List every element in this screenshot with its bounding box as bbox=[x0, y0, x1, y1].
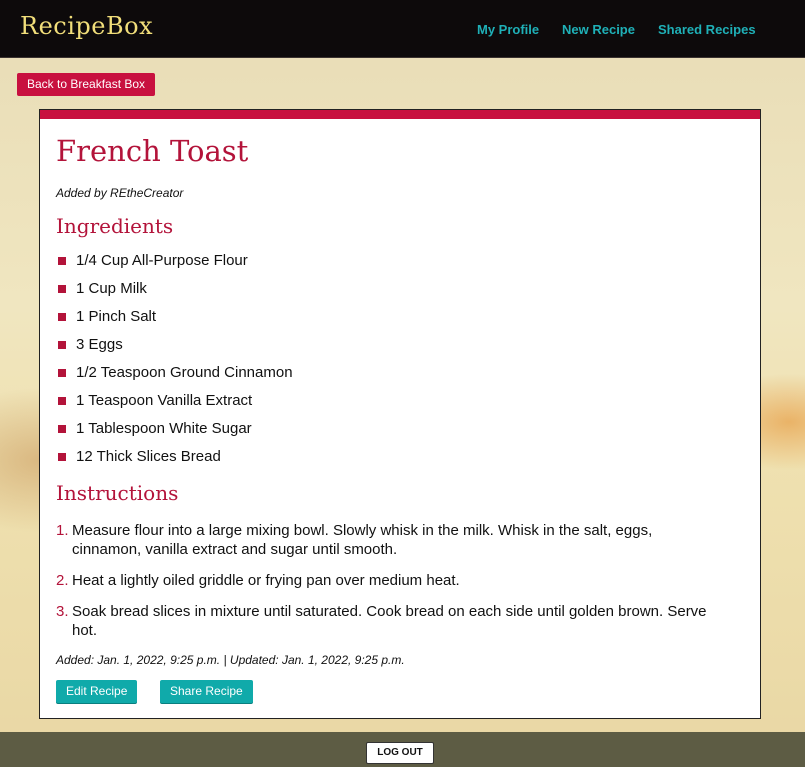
ingredient-text: 12 Thick Slices Bread bbox=[76, 448, 221, 465]
ingredient-text: 1/4 Cup All-Purpose Flour bbox=[76, 252, 248, 269]
card-accent-bar bbox=[40, 110, 760, 119]
recipe-card: French Toast Added by REtheCreator Ingre… bbox=[39, 109, 761, 719]
step-text: Heat a lightly oiled griddle or frying p… bbox=[72, 572, 460, 589]
recipe-title: French Toast bbox=[56, 134, 249, 168]
ingredient-item: 1 Pinch Salt bbox=[56, 308, 293, 336]
ingredient-text: 3 Eggs bbox=[76, 336, 123, 353]
step-number: 1. bbox=[56, 522, 69, 539]
ingredient-item: 1 Tablespoon White Sugar bbox=[56, 420, 293, 448]
instructions-heading: Instructions bbox=[56, 481, 179, 505]
nav-new-recipe[interactable]: New Recipe bbox=[562, 22, 635, 37]
square-bullet-icon bbox=[58, 341, 66, 349]
step-number: 2. bbox=[56, 572, 69, 589]
edit-recipe-button[interactable]: Edit Recipe bbox=[56, 680, 138, 703]
ingredient-text: 1 Cup Milk bbox=[76, 280, 147, 297]
ingredient-text: 1 Tablespoon White Sugar bbox=[76, 420, 252, 437]
ingredients-heading: Ingredients bbox=[56, 214, 174, 238]
square-bullet-icon bbox=[58, 397, 66, 405]
ingredient-item: 1/4 Cup All-Purpose Flour bbox=[56, 252, 293, 280]
instruction-step: 1. Measure flour into a large mixing bowl… bbox=[56, 521, 716, 559]
top-navbar: RecipeBox My Profile New Recipe Shared R… bbox=[0, 0, 805, 58]
ingredient-item: 3 Eggs bbox=[56, 336, 293, 364]
instruction-step: 2. Heat a lightly oiled griddle or frying… bbox=[56, 571, 716, 590]
ingredient-text: 1/2 Teaspoon Ground Cinnamon bbox=[76, 364, 293, 381]
square-bullet-icon bbox=[58, 313, 66, 321]
square-bullet-icon bbox=[58, 369, 66, 377]
square-bullet-icon bbox=[58, 453, 66, 461]
ingredient-item: 1/2 Teaspoon Ground Cinnamon bbox=[56, 364, 293, 392]
ingredient-item: 12 Thick Slices Bread bbox=[56, 448, 293, 476]
recipe-dates: Added: Jan. 1, 2022, 9:25 p.m. | Updated… bbox=[56, 653, 405, 667]
nav-shared-recipes[interactable]: Shared Recipes bbox=[658, 22, 756, 37]
square-bullet-icon bbox=[58, 257, 66, 265]
ingredients-list: 1/4 Cup All-Purpose Flour 1 Cup Milk 1 P… bbox=[56, 252, 293, 476]
step-number: 3. bbox=[56, 603, 69, 620]
ingredient-item: 1 Teaspoon Vanilla Extract bbox=[56, 392, 293, 420]
square-bullet-icon bbox=[58, 425, 66, 433]
ingredient-text: 1 Teaspoon Vanilla Extract bbox=[76, 392, 253, 409]
ingredient-text: 1 Pinch Salt bbox=[76, 308, 157, 325]
brand-logo[interactable]: RecipeBox bbox=[20, 12, 153, 40]
back-to-box-button[interactable]: Back to Breakfast Box bbox=[17, 73, 156, 96]
step-text: Soak bread slices in mixture until satur… bbox=[72, 603, 707, 639]
nav-my-profile[interactable]: My Profile bbox=[477, 22, 539, 37]
step-text: Measure flour into a large mixing bowl. … bbox=[72, 522, 653, 558]
added-by-text: Added by REtheCreator bbox=[56, 186, 184, 200]
ingredient-item: 1 Cup Milk bbox=[56, 280, 293, 308]
instructions-list: 1. Measure flour into a large mixing bowl… bbox=[56, 521, 716, 652]
square-bullet-icon bbox=[58, 285, 66, 293]
share-recipe-button[interactable]: Share Recipe bbox=[160, 680, 253, 703]
instruction-step: 3. Soak bread slices in mixture until sat… bbox=[56, 602, 716, 640]
logout-button[interactable]: LOG OUT bbox=[366, 742, 434, 764]
